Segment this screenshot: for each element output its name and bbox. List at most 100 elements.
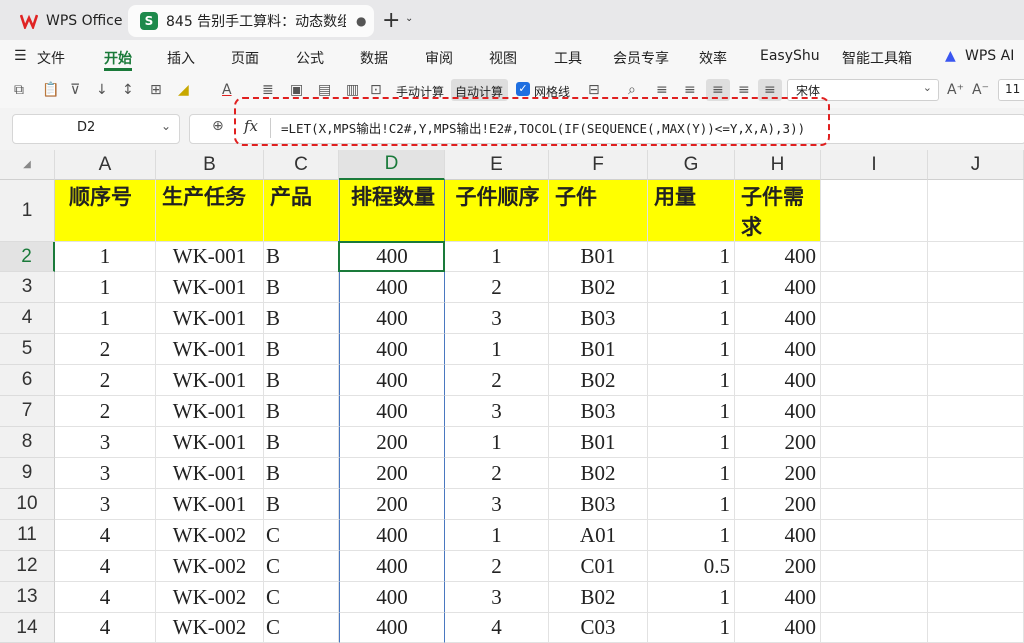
data-cell[interactable]: 1 xyxy=(55,303,156,334)
data-cell[interactable]: WK-001 xyxy=(156,489,264,520)
data-cell[interactable]: C03 xyxy=(549,613,648,643)
align-right-icon[interactable]: ≡ xyxy=(738,82,750,98)
empty-cell[interactable] xyxy=(928,334,1024,365)
data-cell[interactable]: WK-001 xyxy=(156,458,264,489)
data-cell[interactable]: 4 xyxy=(55,551,156,582)
hamburger-icon[interactable]: ☰ xyxy=(14,48,27,64)
empty-cell[interactable] xyxy=(928,613,1024,643)
data-cell[interactable]: B02 xyxy=(549,582,648,613)
row-header[interactable]: 7 xyxy=(0,396,55,427)
empty-cell[interactable] xyxy=(928,582,1024,613)
data-cell[interactable]: 400 xyxy=(339,242,445,272)
row-header[interactable]: 6 xyxy=(0,365,55,396)
header-cell[interactable]: 用量 xyxy=(648,180,735,242)
data-cell[interactable]: 1 xyxy=(648,458,735,489)
data-cell[interactable]: B xyxy=(264,303,339,334)
data-cell[interactable]: 1 xyxy=(648,396,735,427)
menu-formula[interactable]: 公式 xyxy=(296,48,324,68)
data-cell[interactable]: 4 xyxy=(55,520,156,551)
column-header[interactable]: I xyxy=(821,150,928,180)
header-cell[interactable]: 子件需求 xyxy=(735,180,821,242)
wrap-icon[interactable]: ≣ xyxy=(262,82,274,98)
align-middle-icon[interactable]: ≡ xyxy=(684,82,696,98)
empty-cell[interactable] xyxy=(821,242,928,272)
data-cell[interactable]: 400 xyxy=(339,334,445,365)
data-cell[interactable]: 200 xyxy=(339,458,445,489)
header-cell[interactable]: 生产任务 xyxy=(156,180,264,242)
data-cell[interactable]: 400 xyxy=(735,520,821,551)
empty-cell[interactable] xyxy=(928,520,1024,551)
empty-cell[interactable] xyxy=(928,551,1024,582)
data-cell[interactable]: 400 xyxy=(735,396,821,427)
increase-font-icon[interactable]: A⁺ xyxy=(947,82,964,98)
gridlines-checkbox[interactable]: ✓ xyxy=(516,82,530,96)
name-box[interactable]: D2 ⌄ xyxy=(12,114,180,144)
row-header[interactable]: 13 xyxy=(0,582,55,613)
menu-member[interactable]: 会员专享 xyxy=(613,48,669,68)
empty-cell[interactable] xyxy=(928,396,1024,427)
select-all-corner[interactable]: ◢ xyxy=(0,150,55,180)
menu-tools[interactable]: 工具 xyxy=(554,48,582,68)
row-header[interactable]: 14 xyxy=(0,613,55,643)
align-center-icon[interactable]: ≡ xyxy=(712,82,724,98)
column-header[interactable]: J xyxy=(928,150,1024,180)
data-cell[interactable]: 3 xyxy=(55,458,156,489)
empty-cell[interactable] xyxy=(821,427,928,458)
data-cell[interactable]: 3 xyxy=(445,396,549,427)
data-cell[interactable]: 3 xyxy=(55,427,156,458)
data-cell[interactable]: C xyxy=(264,520,339,551)
header-cell[interactable]: 产品 xyxy=(264,180,339,242)
data-cell[interactable]: B03 xyxy=(549,396,648,427)
data-cell[interactable]: 1 xyxy=(445,520,549,551)
data-cell[interactable]: A01 xyxy=(549,520,648,551)
row-header[interactable]: 5 xyxy=(0,334,55,365)
data-cell[interactable]: C01 xyxy=(549,551,648,582)
column-header[interactable]: C xyxy=(264,150,339,180)
calc-icon[interactable]: ▥ xyxy=(346,82,359,98)
freeze-icon[interactable]: ▤ xyxy=(318,82,331,98)
data-cell[interactable]: 4 xyxy=(55,582,156,613)
data-cell[interactable]: B xyxy=(264,427,339,458)
data-cell[interactable]: 400 xyxy=(339,365,445,396)
cell-style-icon[interactable]: ⊟ xyxy=(588,82,600,98)
paste-icon[interactable]: 📋 xyxy=(42,82,59,98)
data-cell[interactable]: C xyxy=(264,582,339,613)
empty-cell[interactable] xyxy=(928,458,1024,489)
data-cell[interactable]: 2 xyxy=(55,334,156,365)
row-header[interactable]: 3 xyxy=(0,272,55,303)
empty-cell[interactable] xyxy=(821,551,928,582)
data-cell[interactable]: B xyxy=(264,396,339,427)
empty-cell[interactable] xyxy=(821,180,928,242)
data-cell[interactable]: 400 xyxy=(735,613,821,643)
data-cell[interactable]: 2 xyxy=(55,396,156,427)
data-cell[interactable]: B xyxy=(264,242,339,272)
empty-cell[interactable] xyxy=(928,303,1024,334)
empty-cell[interactable] xyxy=(821,613,928,643)
header-cell[interactable]: 顺序号 xyxy=(55,180,156,242)
decrease-font-icon[interactable]: A⁻ xyxy=(972,82,989,98)
column-header[interactable]: A xyxy=(55,150,156,180)
menu-review[interactable]: 审阅 xyxy=(425,48,453,68)
data-cell[interactable]: WK-001 xyxy=(156,334,264,365)
data-cell[interactable]: WK-002 xyxy=(156,582,264,613)
menu-data[interactable]: 数据 xyxy=(360,48,388,68)
tab-document[interactable]: S 845 告别手工算料：动态数组打造 ● xyxy=(128,5,374,37)
data-cell[interactable]: 200 xyxy=(339,427,445,458)
filter-icon[interactable]: ⊽ xyxy=(70,82,80,98)
align-top-icon[interactable]: ≡ xyxy=(656,82,668,98)
row-header[interactable]: 10 xyxy=(0,489,55,520)
data-cell[interactable]: B01 xyxy=(549,334,648,365)
data-cell[interactable]: 400 xyxy=(339,551,445,582)
data-cell[interactable]: WK-001 xyxy=(156,242,264,272)
empty-cell[interactable] xyxy=(821,303,928,334)
data-cell[interactable]: 200 xyxy=(339,489,445,520)
new-tab-icon[interactable]: + xyxy=(382,8,400,33)
zoom-search-icon[interactable]: ⊕ xyxy=(212,118,224,134)
header-cell[interactable]: 排程数量 xyxy=(339,180,445,242)
data-cell[interactable]: 400 xyxy=(339,303,445,334)
data-cell[interactable]: B xyxy=(264,272,339,303)
data-cell[interactable]: 3 xyxy=(445,303,549,334)
borders-icon[interactable]: ⊞ xyxy=(150,82,162,98)
data-cell[interactable]: B03 xyxy=(549,303,648,334)
data-cell[interactable]: WK-001 xyxy=(156,427,264,458)
